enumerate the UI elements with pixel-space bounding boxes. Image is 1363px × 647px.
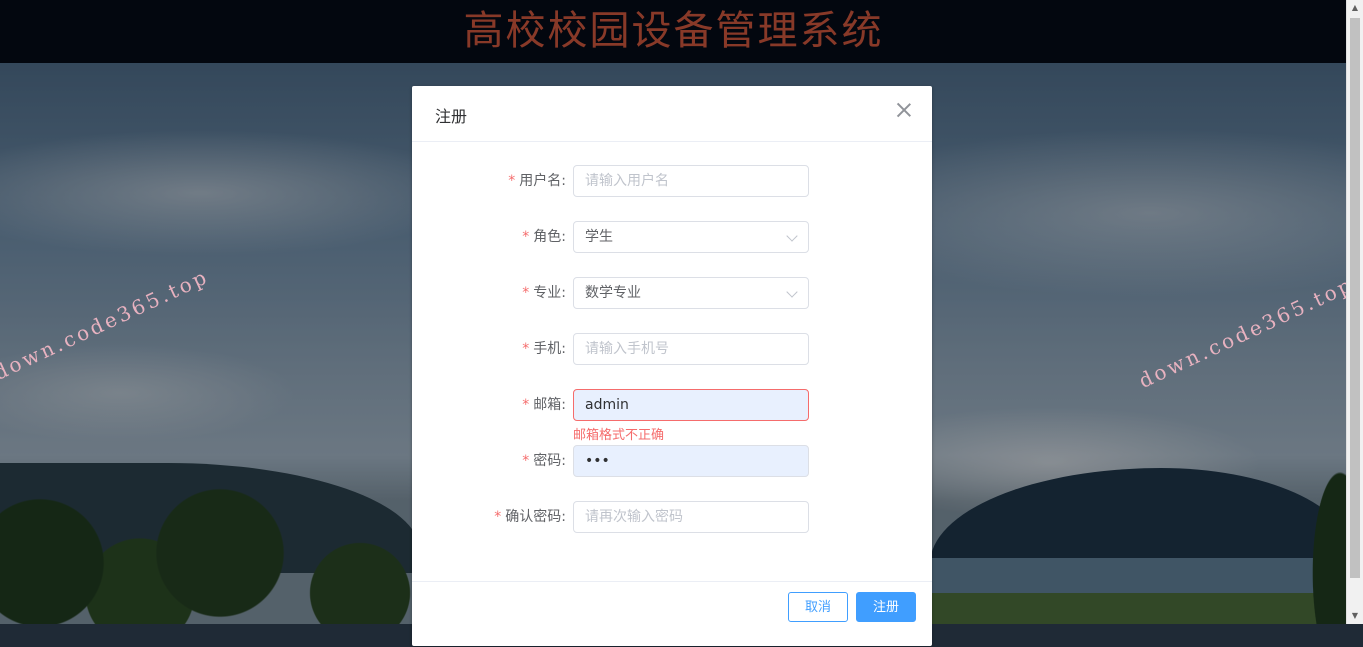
dialog-footer: 取消 注册: [412, 581, 932, 647]
phone-label: * 手机:: [522, 341, 566, 357]
form-row-password: * 密码: •••: [412, 445, 932, 477]
username-input[interactable]: 请输入用户名: [573, 165, 809, 197]
form-row-email: * 邮箱: admin 邮箱格式不正确: [412, 389, 932, 443]
scroll-up-icon[interactable]: ▲: [1347, 0, 1363, 16]
phone-input[interactable]: 请输入手机号: [573, 333, 809, 365]
major-select-value: 数学专业: [585, 285, 641, 301]
role-label: * 角色:: [522, 229, 566, 245]
register-dialog: 注册 * 用户名: 请输入用户名 * 角色: 学生 * 专业: 数学专业 * 手机: 请…: [412, 86, 932, 646]
email-error-message: 邮箱格式不正确: [573, 428, 665, 443]
scrollbar-thumb[interactable]: [1350, 18, 1360, 578]
form-row-major: * 专业: 数学专业: [412, 277, 932, 309]
register-button[interactable]: 注册: [856, 592, 916, 622]
password-input[interactable]: •••: [573, 445, 809, 477]
major-select[interactable]: 数学专业: [573, 277, 809, 309]
confirm-password-input[interactable]: 请再次输入密码: [573, 501, 809, 533]
email-input[interactable]: admin: [573, 389, 809, 421]
password-label: * 密码:: [522, 453, 566, 469]
role-select[interactable]: 学生: [573, 221, 809, 253]
role-select-value: 学生: [585, 229, 613, 245]
form-row-phone: * 手机: 请输入手机号: [412, 333, 932, 365]
dialog-header: 注册: [412, 86, 932, 142]
chevron-down-icon: [786, 230, 798, 242]
form-row-username: * 用户名: 请输入用户名: [412, 165, 932, 197]
scroll-down-icon[interactable]: ▼: [1347, 608, 1363, 624]
form-row-role: * 角色: 学生: [412, 221, 932, 253]
chevron-down-icon: [786, 286, 798, 298]
cancel-button[interactable]: 取消: [788, 592, 848, 622]
form-row-confirm-password: * 确认密码: 请再次输入密码: [412, 501, 932, 533]
email-label: * 邮箱:: [522, 397, 566, 413]
confirm-password-label: * 确认密码:: [494, 509, 566, 525]
dialog-title: 注册: [435, 107, 468, 126]
username-label: * 用户名:: [508, 173, 566, 189]
close-icon[interactable]: [896, 102, 912, 118]
major-label: * 专业:: [522, 285, 566, 301]
page-scrollbar[interactable]: ▲ ▼: [1346, 0, 1363, 624]
